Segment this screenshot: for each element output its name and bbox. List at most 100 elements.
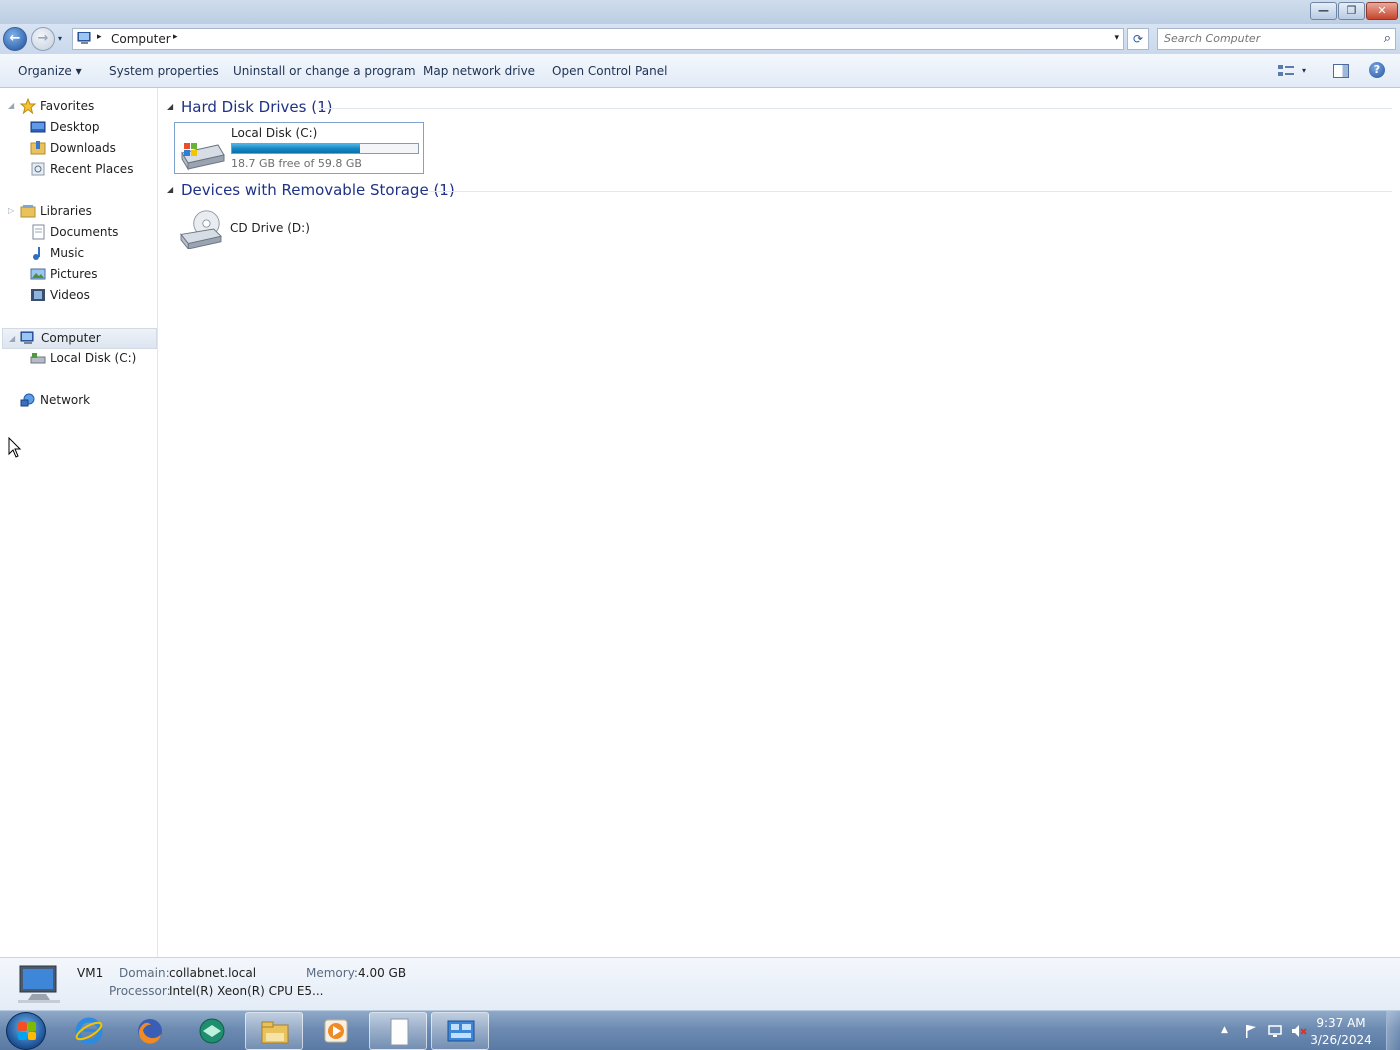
star-icon [20,98,36,114]
sidebar-item-label: Pictures [50,267,98,281]
minimize-button[interactable]: — [1310,2,1337,20]
notepad-icon [390,1018,409,1046]
disk-usage-fill [232,144,360,153]
clock-date[interactable]: 3/26/2024 [1310,1033,1372,1047]
map-network-drive-button[interactable]: Map network drive [423,64,535,78]
hard-disk-icon [181,143,225,171]
memory-value: 4.00 GB [358,966,407,980]
windows-logo-icon [18,1022,36,1040]
details-pane: VM1 Domain: collabnet.local Memory: 4.00… [0,957,1400,1010]
navigation-bar: ← → ▾ ▸ Computer ▸ ▾ ⟳ ⌕ [0,24,1400,54]
open-control-panel-button[interactable]: Open Control Panel [552,64,667,78]
domain-label: Domain: [119,966,170,980]
computer-name: VM1 [77,966,104,980]
group-collapse-icon[interactable]: ◢ [167,185,173,194]
navigation-pane: ◢ Favorites Desktop Downloads Recent Pla… [0,88,158,957]
group-divider [429,191,1392,192]
sidebar-item-computer[interactable]: ◢ Computer [2,328,157,349]
content-area: ◢ Hard Disk Drives (1) Local Disk (C:) 1… [159,88,1400,957]
group-header-hard-disk-drives[interactable]: ◢ Hard Disk Drives (1) [167,97,1392,119]
close-icon: ✕ [1377,4,1387,17]
forward-button[interactable]: → [31,27,55,51]
sidebar-item-label: Videos [50,288,90,302]
breadcrumb-separator[interactable]: ▸ [173,32,178,42]
restore-button[interactable]: ❐ [1338,2,1365,20]
taskbar-control-panel[interactable] [431,1012,489,1050]
sidebar-item-label: Recent Places [50,162,134,176]
libraries-expander[interactable]: ▷ [8,206,14,215]
forward-arrow-icon: → [37,31,49,46]
change-view-icon[interactable] [1278,64,1294,78]
search-box[interactable]: ⌕ [1157,28,1396,50]
taskbar-media-player[interactable] [307,1012,365,1050]
preview-pane-icon[interactable] [1333,64,1349,78]
search-input[interactable] [1164,32,1364,45]
show-desktop-button[interactable] [1386,1011,1400,1050]
back-arrow-icon: ← [9,31,21,46]
recent-pages-dropdown[interactable]: ▾ [58,34,62,43]
recent-places-icon [31,162,45,176]
start-button[interactable] [6,1012,46,1050]
breadcrumb-separator[interactable]: ▸ [97,32,102,42]
system-properties-button[interactable]: System properties [109,64,219,78]
clock-time[interactable]: 9:37 AM [1310,1016,1372,1030]
organize-menu-button[interactable]: Organize ▾ [18,64,82,78]
memory-label: Memory: [306,966,358,980]
show-hidden-icons-button[interactable]: ▲ [1221,1025,1228,1035]
sidebar-item-label: Downloads [50,141,116,155]
breadcrumb-computer[interactable]: Computer [111,32,171,46]
taskbar-internet-explorer[interactable] [60,1012,118,1050]
restore-icon: ❐ [1346,4,1357,17]
sidebar-item-label: Music [50,246,85,260]
taskbar-firefox[interactable] [121,1012,179,1050]
group-collapse-icon[interactable]: ◢ [167,102,173,111]
mouse-cursor-icon [8,437,22,458]
address-history-dropdown[interactable]: ▾ [1114,33,1119,43]
sidebar-item-label: Desktop [50,120,100,134]
command-bar: Organize ▾ System properties Uninstall o… [0,54,1400,88]
help-icon[interactable]: ? [1369,62,1385,78]
refresh-button[interactable]: ⟳ [1127,28,1149,50]
sidebar-item-label: Libraries [40,204,92,218]
videos-icon [31,289,45,301]
back-button[interactable]: ← [3,27,27,51]
title-bar: — ❐ ✕ [0,0,1400,24]
window-controls: — ❐ ✕ [1309,2,1398,20]
refresh-icon: ⟳ [1132,32,1144,46]
network-tray-icon[interactable] [1267,1023,1283,1039]
documents-icon [32,224,45,240]
uninstall-program-button[interactable]: Uninstall or change a program [233,64,416,78]
computer-icon [18,965,60,1003]
taskbar: ▲ 9:37 AM 3/26/2024 [0,1010,1400,1050]
volume-muted-icon[interactable] [1291,1023,1307,1039]
address-bar[interactable]: ▸ Computer ▸ ▾ [72,28,1124,50]
processor-value: Intel(R) Xeon(R) CPU E5... [169,984,324,998]
taskbar-file-explorer[interactable] [245,1012,303,1050]
libraries-icon [20,205,36,218]
drive-local-disk-c[interactable]: Local Disk (C:) 18.7 GB free of 59.8 GB [174,122,424,174]
search-icon[interactable]: ⌕ [1384,31,1391,46]
hard-disk-icon [30,353,46,364]
favorites-expander[interactable]: ◢ [8,101,14,110]
view-options-dropdown[interactable]: ▾ [1302,66,1306,75]
drive-free-space: 18.7 GB free of 59.8 GB [231,157,362,170]
close-button[interactable]: ✕ [1366,2,1398,20]
disk-usage-bar [231,143,419,154]
sidebar-item-label: Local Disk (C:) [50,351,137,365]
group-title: Devices with Removable Storage (1) [181,181,455,199]
file-explorer-icon [261,1021,289,1044]
group-title: Hard Disk Drives (1) [181,98,333,116]
music-icon [33,247,40,260]
desktop-icon [30,121,46,133]
action-center-flag-icon[interactable] [1243,1023,1259,1039]
network-icon [20,393,35,407]
group-header-removable-storage[interactable]: ◢ Devices with Removable Storage (1) [167,180,1392,202]
computer-icon [20,331,34,344]
taskbar-notepad[interactable] [369,1012,427,1050]
pictures-icon [30,268,46,280]
computer-expander[interactable]: ◢ [9,334,15,343]
taskbar-app-globe[interactable] [183,1012,241,1050]
downloads-folder-icon [30,141,46,155]
sidebar-item-label: Documents [50,225,119,239]
drive-cd-d[interactable]: CD Drive (D:) [174,206,424,258]
